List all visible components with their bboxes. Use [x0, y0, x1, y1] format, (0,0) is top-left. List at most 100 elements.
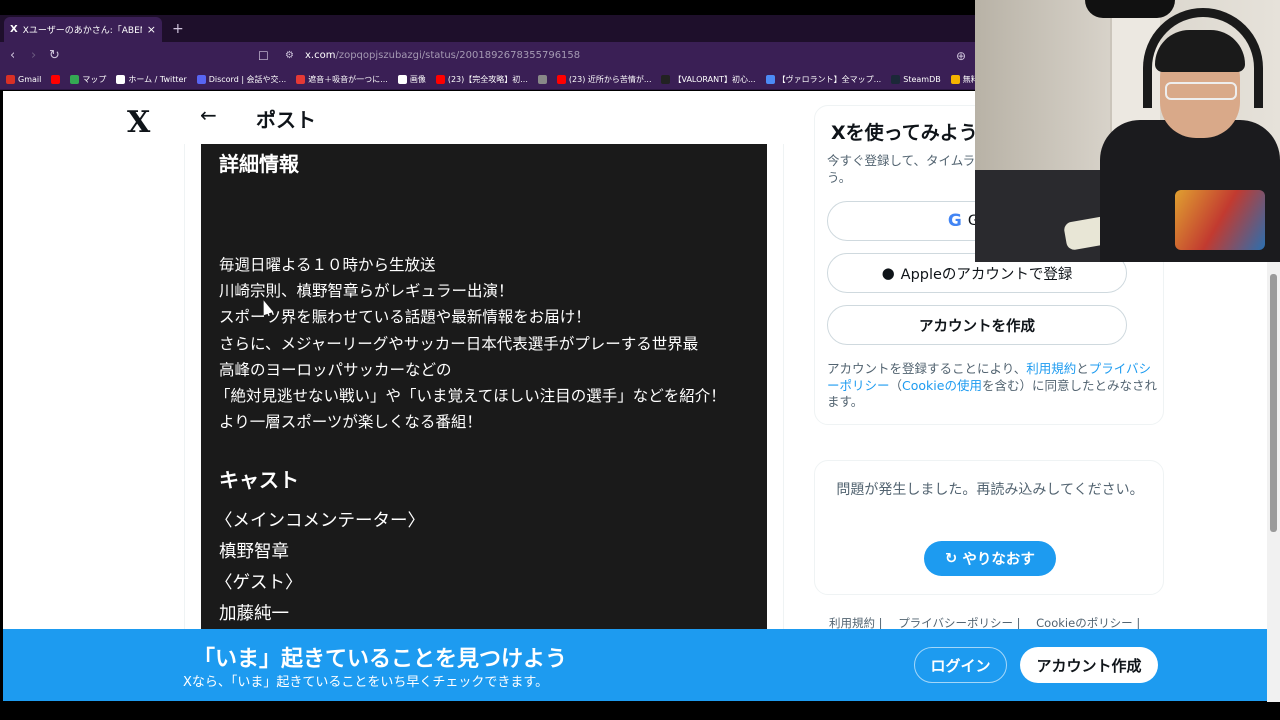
bookmark-label: (23) 近所から苦情が...: [568, 75, 652, 84]
zoom-icon[interactable]: ⊕: [956, 49, 966, 63]
retry-label: やりなおす: [962, 552, 1035, 568]
retry-button[interactable]: ↻ やりなおす: [924, 541, 1056, 576]
description-line: 「絶対見逃せない戦い」や「いま覚えてほしい注目の選手」などを紹介！: [215, 387, 726, 406]
bookmark-item[interactable]: Discord | 会話や交...: [196, 74, 287, 85]
bookmark-label: SteamDB: [903, 75, 941, 84]
post-image[interactable]: 詳細情報 毎週日曜よる１０時から生放送 川崎宗則、槙野智章らがレギュラー出演！ …: [201, 144, 767, 701]
address-bar[interactable]: x.com/zopqopjszubazgi/status/20018926783…: [305, 50, 580, 61]
description-line: さらに、メジャーリーグやサッカー日本代表選手がプレーする世界最: [219, 334, 699, 353]
bookmark-icon[interactable]: ☐: [258, 49, 269, 63]
bookmark-favicon-icon: [556, 75, 566, 84]
cast-line: 〈メインコメンテーター〉: [215, 511, 425, 531]
bookmark-favicon-icon: [891, 75, 901, 84]
bookmark-label: 【ヴァロラント】全マップ...: [777, 75, 882, 84]
footer-link[interactable]: Cookieのポリシー |: [1036, 616, 1140, 630]
login-button[interactable]: ログイン: [914, 647, 1007, 683]
terms-text: アカウントを登録することにより、利用規約とプライバシーポリシー（Cookieの使…: [827, 361, 1157, 411]
bookmark-favicon-icon: [70, 75, 80, 84]
details-heading: 詳細情報: [219, 152, 299, 176]
bookmark-item[interactable]: 【VALORANT】初心...: [661, 74, 756, 85]
bookmark-item[interactable]: ホーム / Twitter: [116, 74, 187, 85]
bookmark-favicon-icon: [537, 75, 547, 84]
webcam-overlay: [975, 0, 1280, 262]
apple-icon: ●: [881, 264, 895, 282]
bookmark-item[interactable]: SteamDB: [891, 75, 941, 84]
create-account-button[interactable]: アカウントを作成: [827, 305, 1127, 345]
bookmark-favicon-icon: [435, 75, 445, 84]
bookmark-favicon-icon: [196, 75, 206, 84]
bookmark-item[interactable]: [51, 75, 61, 84]
bookmark-item[interactable]: (23) 近所から苦情が...: [556, 74, 652, 85]
footer-link[interactable]: プライバシーポリシー |: [898, 616, 1020, 630]
terms-and: と: [1076, 361, 1089, 376]
terms-mid: （: [889, 377, 903, 393]
bookmark-item[interactable]: 【ヴァロラント】全マップ...: [765, 74, 882, 85]
bookmark-favicon-icon: [6, 75, 15, 84]
bookmark-favicon-icon: [950, 75, 960, 84]
refresh-icon: ↻: [945, 550, 958, 567]
bookmark-label: ホーム / Twitter: [128, 75, 187, 84]
footer-link[interactable]: 利用規約 |: [829, 616, 883, 630]
terms-link[interactable]: 利用規約: [1026, 361, 1076, 376]
bookmark-item[interactable]: (23)【完全攻略】初...: [435, 74, 528, 85]
description-line: 毎週日曜よる１０時から生放送: [219, 256, 436, 274]
x-favicon-icon: X: [10, 24, 18, 35]
page-title: ポスト: [256, 108, 316, 132]
back-arrow-icon[interactable]: ←: [200, 103, 217, 127]
signup-title: Xを使ってみよう: [831, 122, 978, 144]
cast-line: 加藤純一: [219, 604, 289, 624]
post-header: ← ポスト: [183, 91, 783, 144]
browser-window: X Xユーザーのあかさん:「ABEMAに加... × + ‹ › ↻ ☐ ⚙ x…: [0, 0, 1280, 720]
terms-prefix: アカウントを登録することにより、: [827, 361, 1027, 376]
banner-title: 「いま」起きていることを見つけよう: [193, 647, 568, 672]
cookie-link[interactable]: Cookieの使用: [902, 378, 982, 393]
description-line: 高峰のヨーロッパサッカーなどの: [219, 360, 452, 379]
bookmark-favicon-icon: [296, 75, 306, 84]
description-line: より一層スポーツが楽しくなる番組！: [219, 413, 482, 432]
bookmark-favicon-icon: [116, 75, 126, 84]
scrollbar-thumb[interactable]: [1270, 274, 1277, 532]
description-text: 毎週日曜よる１０時から生放送 川崎宗則、槙野智章らがレギュラー出演！ スポーツ界…: [215, 252, 726, 435]
tab-title: Xユーザーのあかさん:「ABEMAに加...: [22, 26, 142, 36]
bookmark-label: 遮音＋吸音が一つに...: [308, 75, 388, 84]
error-message: 問題が発生しました。再読み込みしてください。: [836, 482, 1144, 498]
url-domain: x.com: [305, 50, 336, 61]
bookmark-item[interactable]: [537, 75, 547, 84]
create-account-banner-button[interactable]: アカウント作成: [1020, 647, 1158, 683]
bookmark-label: マップ: [82, 75, 107, 84]
login-banner: 「いま」起きていることを見つけよう Xなら、「いま」起きていることをいち早くチェ…: [3, 629, 1267, 701]
bookmark-label: Discord | 会話や交...: [208, 75, 287, 84]
banner-subtitle: Xなら、「いま」起きていることをいち早くチェックできます。: [183, 675, 549, 690]
google-icon: G: [947, 211, 962, 231]
apple-signup-label: Appleのアカウントで登録: [900, 266, 1073, 283]
new-tab-button[interactable]: +: [172, 21, 184, 37]
reload-icon[interactable]: ↻: [49, 49, 60, 63]
bookmark-label: 【VALORANT】初心...: [673, 75, 756, 84]
cast-line: 槙野智章: [219, 542, 289, 562]
url-path: /zopqopjszubazgi/status/2001892678355796…: [335, 50, 581, 61]
error-panel: 問題が発生しました。再読み込みしてください。 ↻ やりなおす: [814, 460, 1164, 595]
back-nav-icon[interactable]: ‹: [10, 49, 15, 63]
scrollbar[interactable]: [1267, 262, 1280, 702]
bookmark-item[interactable]: Gmail: [6, 75, 41, 84]
browser-tab[interactable]: X Xユーザーのあかさん:「ABEMAに加... ×: [4, 17, 162, 42]
close-tab-icon[interactable]: ×: [147, 23, 156, 36]
description-line: スポーツ界を賑わせている話題や最新情報をお届け！: [219, 308, 591, 327]
bookmark-label: 画像: [409, 75, 426, 84]
bookmark-favicon-icon: [661, 75, 671, 84]
cast-list: 〈メインコメンテーター〉 槙野智章 〈ゲスト〉 加藤純一: [215, 506, 425, 630]
cast-heading: キャスト: [219, 468, 299, 492]
bookmark-label: (23)【完全攻略】初...: [447, 75, 528, 84]
bookmark-favicon-icon: [51, 75, 61, 84]
forward-nav-icon[interactable]: ›: [31, 49, 36, 63]
bookmark-favicon-icon: [397, 75, 407, 84]
bookmark-item[interactable]: マップ: [70, 74, 106, 85]
bookmark-label: Gmail: [18, 75, 42, 84]
bookmark-item[interactable]: 遮音＋吸音が一つに...: [296, 74, 388, 85]
bookmark-favicon-icon: [765, 75, 775, 84]
cast-line: 〈ゲスト〉: [215, 573, 303, 593]
x-logo-icon[interactable]: X: [127, 105, 150, 140]
site-info-icon[interactable]: ⚙: [285, 49, 294, 63]
bookmark-item[interactable]: 画像: [397, 74, 426, 85]
description-line: 川崎宗則、槙野智章らがレギュラー出演！: [219, 282, 514, 301]
